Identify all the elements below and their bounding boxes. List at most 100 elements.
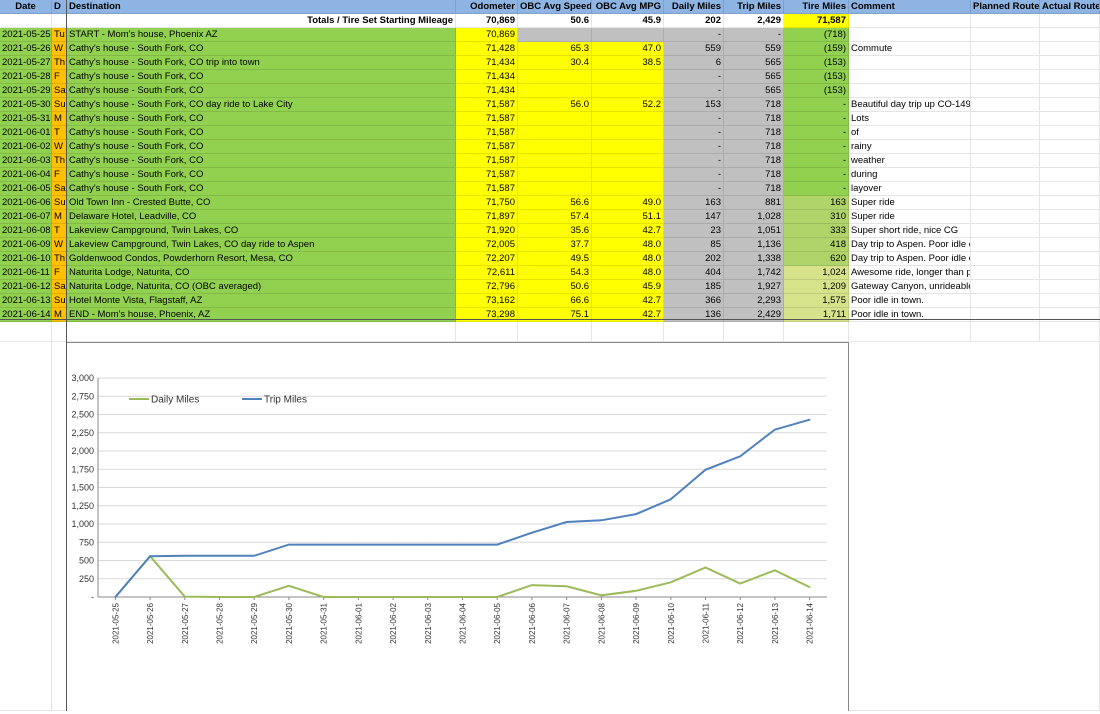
row-16-dest[interactable]: Lakeview Campground, Twin Lakes, CO day …	[67, 238, 456, 252]
row-11-daily[interactable]: -	[664, 168, 724, 182]
row-17-trip[interactable]: 1,338	[724, 252, 784, 266]
row-12-d[interactable]: Sa	[52, 182, 67, 196]
row-12-actual[interactable]	[1040, 182, 1100, 196]
row-11-d[interactable]: F	[52, 168, 67, 182]
row-18-dest[interactable]: Naturita Lodge, Naturita, CO	[67, 266, 456, 280]
row-9-dest[interactable]: Cathy's house - South Fork, CO	[67, 140, 456, 154]
spreadsheet[interactable]: Date D Destination Odometer OBC Avg Speed OBC…	[0, 0, 1100, 711]
row-2-actual[interactable]	[1040, 42, 1100, 56]
row-16-spd[interactable]: 37.7	[518, 238, 592, 252]
row-8-odo[interactable]: 71,587	[456, 126, 518, 140]
row-5-trip[interactable]: 565	[724, 84, 784, 98]
row-15-d[interactable]: T	[52, 224, 67, 238]
row-5-planned[interactable]	[971, 84, 1040, 98]
blank-planned[interactable]	[971, 322, 1040, 342]
row-18-tire[interactable]: 1,024	[784, 266, 849, 280]
row-6-spd[interactable]: 56.0	[518, 98, 592, 112]
row-14-odo[interactable]: 71,897	[456, 210, 518, 224]
row-13-planned[interactable]	[971, 196, 1040, 210]
row-13-daily[interactable]: 163	[664, 196, 724, 210]
row-1-tire[interactable]: (718)	[784, 28, 849, 42]
row-1-comment[interactable]	[849, 28, 971, 42]
row-15-trip[interactable]: 1,051	[724, 224, 784, 238]
row-2-dest[interactable]: Cathy's house - South Fork, CO	[67, 42, 456, 56]
row-12-dest[interactable]: Cathy's house - South Fork, CO	[67, 182, 456, 196]
row-9-comment[interactable]: rainy	[849, 140, 971, 154]
row-6-d[interactable]: Su	[52, 98, 67, 112]
row-6-odo[interactable]: 71,587	[456, 98, 518, 112]
row-7-spd[interactable]	[518, 112, 592, 126]
header-comment[interactable]: Comment	[849, 0, 971, 14]
totals-trip[interactable]: 2,429	[724, 14, 784, 28]
row-5-dest[interactable]: Cathy's house - South Fork, CO	[67, 84, 456, 98]
row-11-spd[interactable]	[518, 168, 592, 182]
row-10-date[interactable]: 2021-06-03	[0, 154, 52, 168]
row-19-comment[interactable]: Gateway Canyon, unrideable back in town.	[849, 280, 971, 294]
row-13-d[interactable]: Su	[52, 196, 67, 210]
row-15-date[interactable]: 2021-06-08	[0, 224, 52, 238]
row-18-date[interactable]: 2021-06-11	[0, 266, 52, 280]
row-5-mpg[interactable]	[592, 84, 664, 98]
row-8-d[interactable]: T	[52, 126, 67, 140]
row-3-comment[interactable]	[849, 56, 971, 70]
row-2-odo[interactable]: 71,428	[456, 42, 518, 56]
row-10-d[interactable]: Th	[52, 154, 67, 168]
row-10-trip[interactable]: 718	[724, 154, 784, 168]
row-16-actual[interactable]	[1040, 238, 1100, 252]
row-16-mpg[interactable]: 48.0	[592, 238, 664, 252]
row-12-spd[interactable]	[518, 182, 592, 196]
totals-mpg[interactable]: 45.9	[592, 14, 664, 28]
row-15-actual[interactable]	[1040, 224, 1100, 238]
row-1-mpg[interactable]	[592, 28, 664, 42]
row-10-dest[interactable]: Cathy's house - South Fork, CO	[67, 154, 456, 168]
row-1-planned[interactable]	[971, 28, 1040, 42]
row-9-planned[interactable]	[971, 140, 1040, 154]
row-12-daily[interactable]: -	[664, 182, 724, 196]
header-daily[interactable]: Daily Miles	[664, 0, 724, 14]
row-3-tire[interactable]: (153)	[784, 56, 849, 70]
row-20-planned[interactable]	[971, 294, 1040, 308]
row-7-daily[interactable]: -	[664, 112, 724, 126]
row-12-comment[interactable]: layover	[849, 182, 971, 196]
row-13-trip[interactable]: 881	[724, 196, 784, 210]
row-15-daily[interactable]: 23	[664, 224, 724, 238]
row-8-date[interactable]: 2021-06-01	[0, 126, 52, 140]
row-4-tire[interactable]: (153)	[784, 70, 849, 84]
row-11-comment[interactable]: during	[849, 168, 971, 182]
row-4-spd[interactable]	[518, 70, 592, 84]
row-13-odo[interactable]: 71,750	[456, 196, 518, 210]
header-d[interactable]: D	[52, 0, 67, 14]
blank-day-col[interactable]	[52, 342, 67, 711]
row-8-planned[interactable]	[971, 126, 1040, 140]
row-6-mpg[interactable]: 52.2	[592, 98, 664, 112]
row-8-actual[interactable]	[1040, 126, 1100, 140]
row-18-mpg[interactable]: 48.0	[592, 266, 664, 280]
row-20-mpg[interactable]: 42.7	[592, 294, 664, 308]
row-15-odo[interactable]: 71,920	[456, 224, 518, 238]
row-7-date[interactable]: 2021-05-31	[0, 112, 52, 126]
row-1-spd[interactable]	[518, 28, 592, 42]
row-19-date[interactable]: 2021-06-12	[0, 280, 52, 294]
row-12-planned[interactable]	[971, 182, 1040, 196]
row-7-mpg[interactable]	[592, 112, 664, 126]
row-13-actual[interactable]	[1040, 196, 1100, 210]
row-17-comment[interactable]: Day trip to Aspen. Poor idle on descents…	[849, 252, 971, 266]
row-7-trip[interactable]: 718	[724, 112, 784, 126]
row-6-actual[interactable]	[1040, 98, 1100, 112]
row-17-mpg[interactable]: 48.0	[592, 252, 664, 266]
row-9-date[interactable]: 2021-06-02	[0, 140, 52, 154]
row-2-planned[interactable]	[971, 42, 1040, 56]
row-15-tire[interactable]: 333	[784, 224, 849, 238]
row-18-d[interactable]: F	[52, 266, 67, 280]
row-11-date[interactable]: 2021-06-04	[0, 168, 52, 182]
row-5-odo[interactable]: 71,434	[456, 84, 518, 98]
row-11-tire[interactable]: -	[784, 168, 849, 182]
row-3-d[interactable]: Th	[52, 56, 67, 70]
row-7-planned[interactable]	[971, 112, 1040, 126]
row-8-tire[interactable]: -	[784, 126, 849, 140]
totals-comment[interactable]	[849, 14, 971, 28]
row-9-trip[interactable]: 718	[724, 140, 784, 154]
row-10-daily[interactable]: -	[664, 154, 724, 168]
row-6-comment[interactable]: Beautiful day trip up CO-149	[849, 98, 971, 112]
row-1-date[interactable]: 2021-05-25	[0, 28, 52, 42]
